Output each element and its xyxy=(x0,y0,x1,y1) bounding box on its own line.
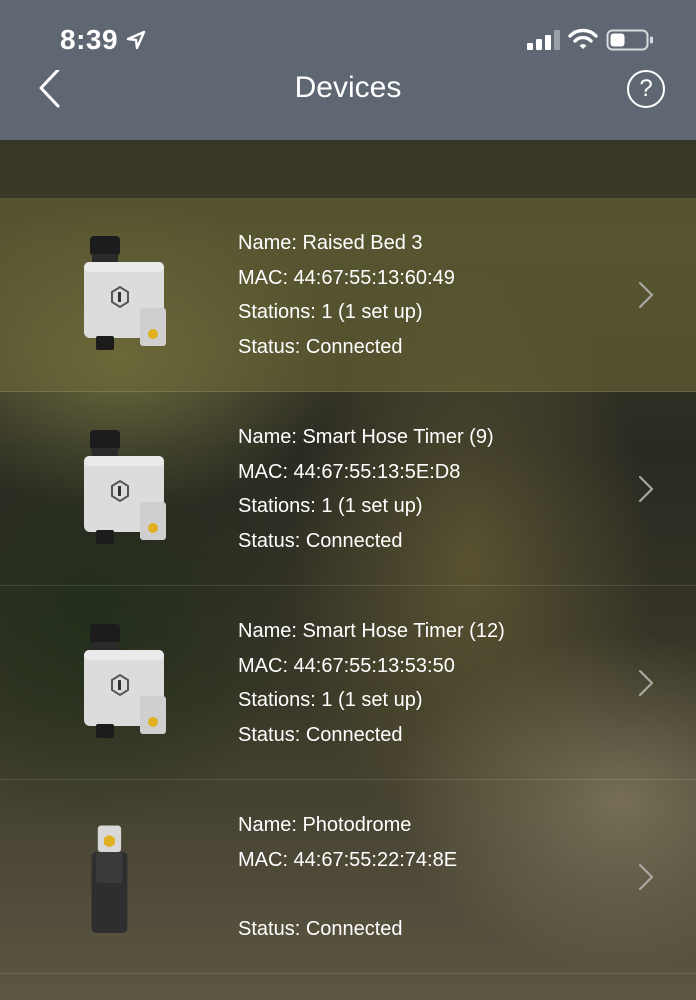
status-time: 8:39 xyxy=(60,24,119,55)
status-bar: 8:39 xyxy=(0,0,696,70)
device-name: Name: Smart Hose Timer (9) xyxy=(238,426,494,448)
device-stations: Stations: 1 (1 set up) xyxy=(238,689,423,711)
device-info: Name: Smart Hose Timer (12) MAC: 44:67:5… xyxy=(238,614,505,752)
device-list: Name: Raised Bed 3 MAC: 44:67:55:13:60:4… xyxy=(0,198,696,974)
chevron-right-icon xyxy=(638,863,654,891)
device-status: Status: Connected xyxy=(238,723,403,746)
hose-timer-image xyxy=(84,624,166,738)
device-row-photodrome[interactable]: Name: Photodrome MAC: 44:67:55:22:74:8E … xyxy=(0,780,696,974)
navigation-bar: Devices ? xyxy=(0,70,696,140)
wifi-icon xyxy=(568,28,598,49)
page-title: Devices xyxy=(294,71,402,104)
device-mac: MAC: 44:67:55:13:5E:D8 xyxy=(238,460,461,483)
device-row-smart-hose-timer-9[interactable]: Name: Smart Hose Timer (9) MAC: 44:67:55… xyxy=(0,392,696,586)
device-name: Name: Smart Hose Timer (12) xyxy=(238,620,505,642)
question-mark-icon: ? xyxy=(639,75,653,102)
photodrome-bridge-image xyxy=(91,825,128,933)
device-name: Name: Raised Bed 3 xyxy=(238,232,423,254)
device-mac: MAC: 44:67:55:13:53:50 xyxy=(238,654,455,677)
device-status: Status: Connected xyxy=(238,917,403,940)
device-info: Name: Raised Bed 3 MAC: 44:67:55:13:60:4… xyxy=(238,226,455,364)
device-stations: Stations: 1 (1 set up) xyxy=(238,495,423,517)
device-row-smart-hose-timer-12[interactable]: Name: Smart Hose Timer (12) MAC: 44:67:5… xyxy=(0,586,696,780)
hose-timer-image xyxy=(84,430,166,544)
device-status: Status: Connected xyxy=(238,335,403,358)
device-info: Name: Photodrome MAC: 44:67:55:22:74:8E … xyxy=(238,808,457,946)
device-status: Status: Connected xyxy=(238,529,403,552)
device-stations: Stations: 1 (1 set up) xyxy=(238,301,423,323)
device-row-raised-bed-3[interactable]: Name: Raised Bed 3 MAC: 44:67:55:13:60:4… xyxy=(0,198,696,392)
device-mac: MAC: 44:67:55:13:60:49 xyxy=(238,266,455,289)
battery-icon xyxy=(606,29,653,51)
device-name: Name: Photodrome xyxy=(238,814,412,836)
help-button[interactable]: ? xyxy=(627,70,665,108)
chevron-right-icon xyxy=(638,281,654,309)
hose-timer-image xyxy=(84,236,166,350)
cellular-signal-icon xyxy=(527,30,560,50)
device-info: Name: Smart Hose Timer (9) MAC: 44:67:55… xyxy=(238,420,494,558)
device-mac: MAC: 44:67:55:22:74:8E xyxy=(238,848,458,871)
chevron-right-icon xyxy=(638,669,654,697)
chevron-right-icon xyxy=(638,475,654,503)
location-arrow-icon xyxy=(126,30,146,50)
